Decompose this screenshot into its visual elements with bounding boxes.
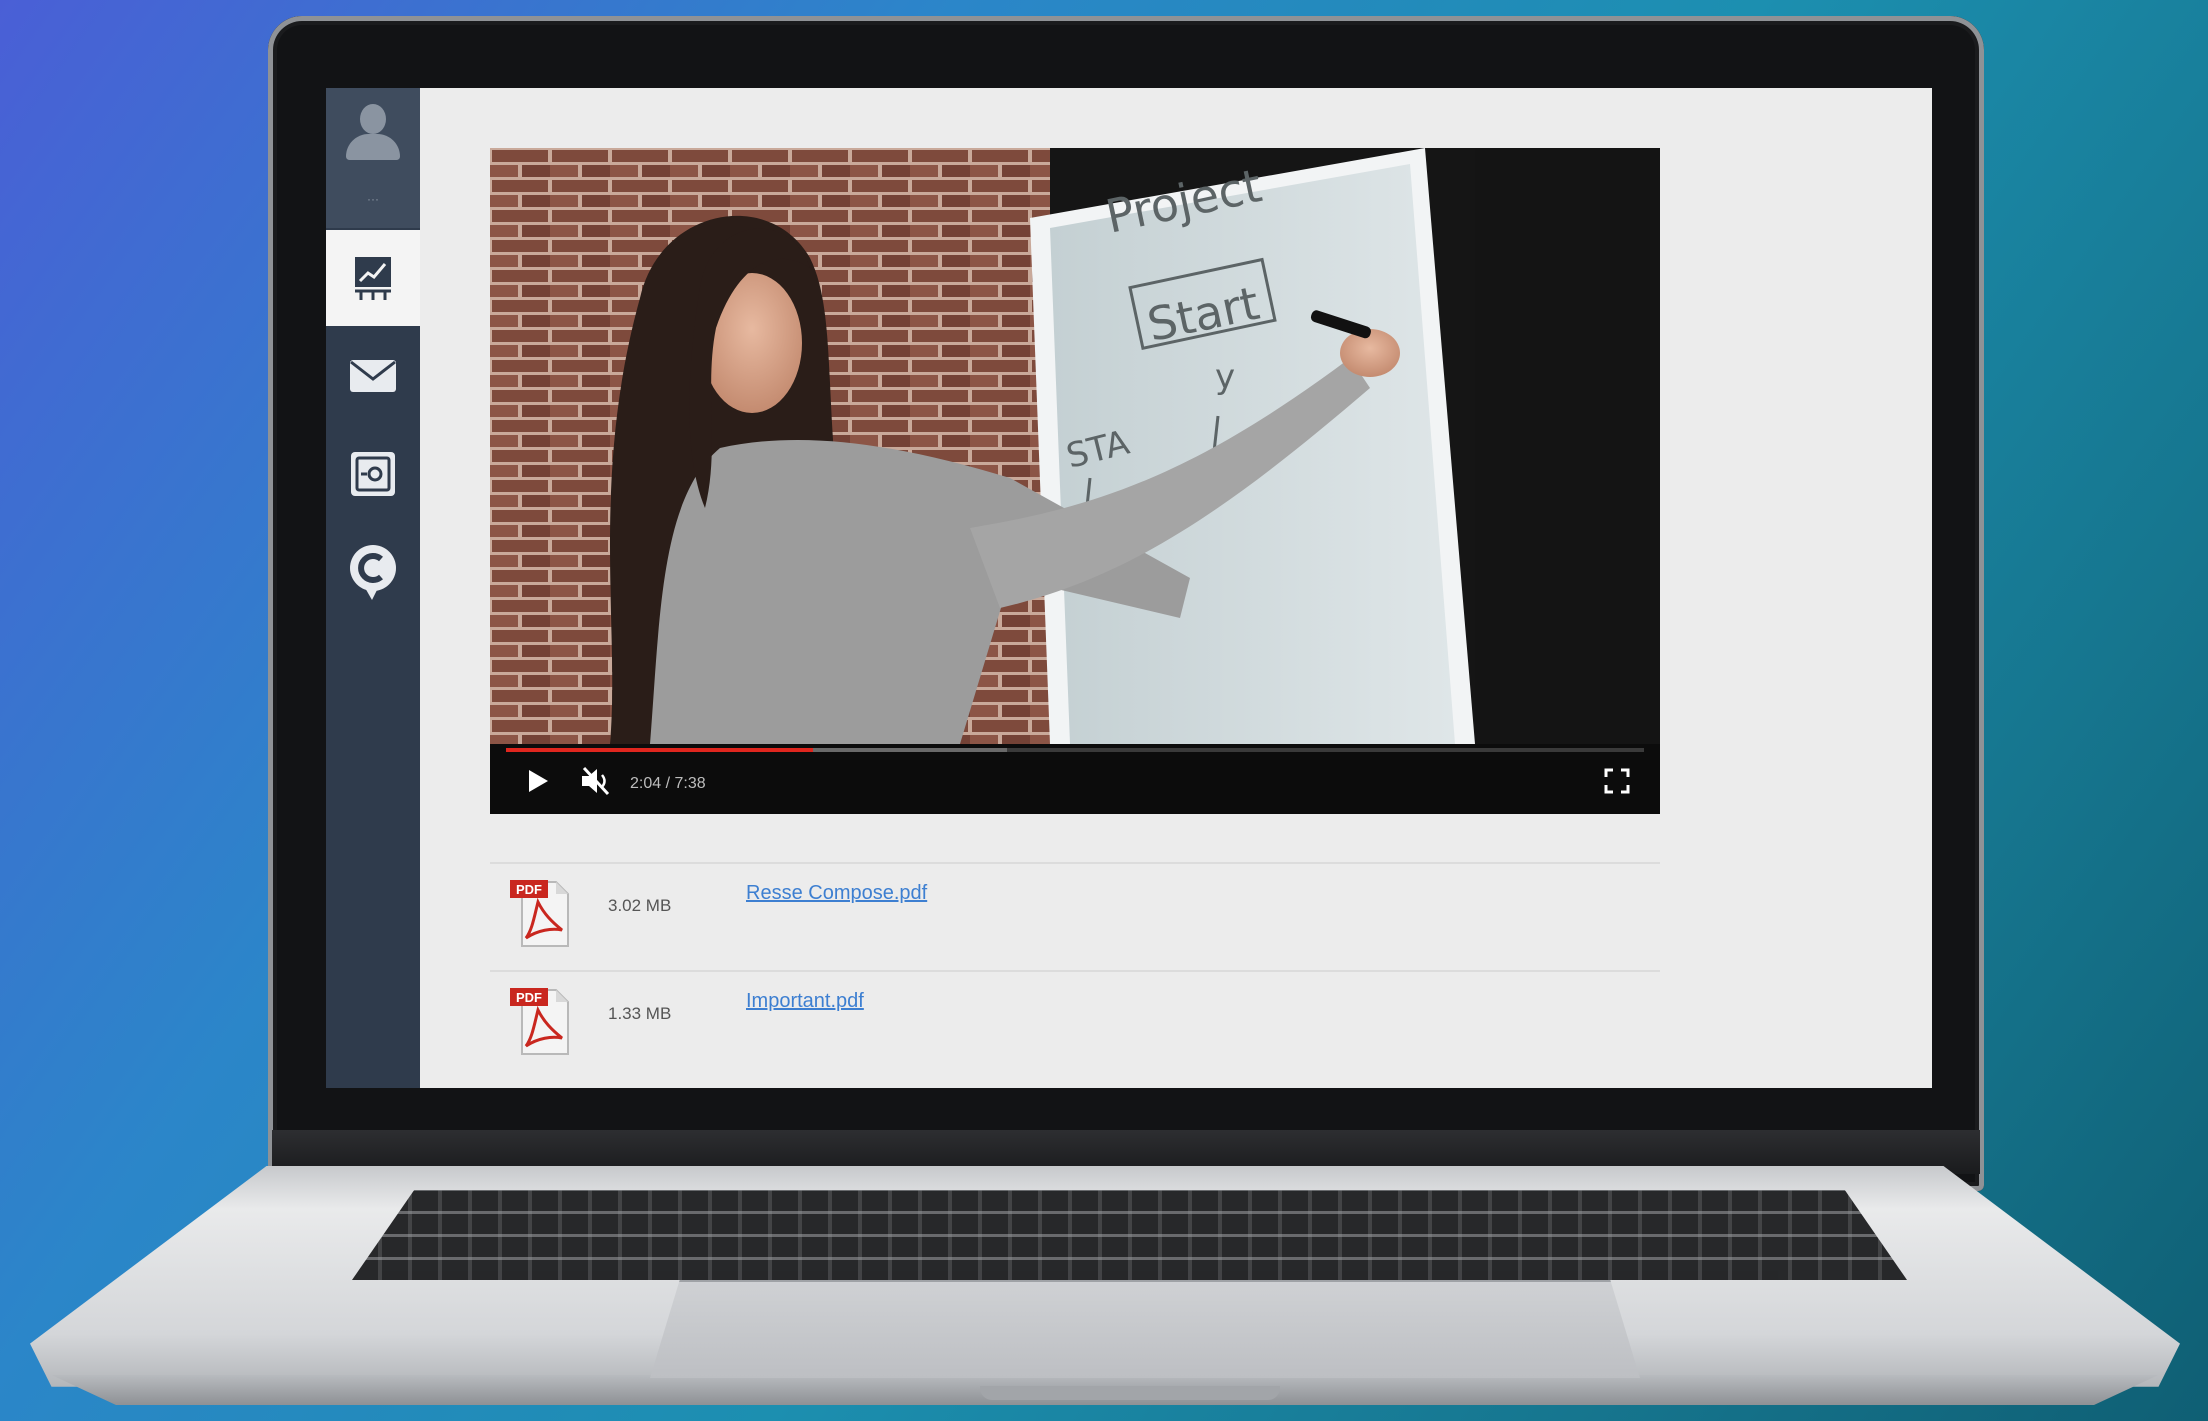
pdf-icon-label: PDF [516, 882, 542, 897]
file-divider [490, 862, 1660, 864]
video-player[interactable]: Project Start STA V y [490, 148, 1660, 814]
video-time: 2:04 / 7:38 [630, 775, 706, 792]
fullscreen-icon[interactable] [1604, 768, 1630, 794]
whiteboard-text-y: y [1215, 357, 1235, 397]
video-frame: Project Start STA V y [490, 148, 1660, 744]
laptop-keyboard [352, 1190, 1907, 1280]
pdf-icon-label: PDF [516, 990, 542, 1005]
file-link[interactable]: Important.pdf [746, 990, 864, 1013]
avatar-label: ··· [367, 192, 379, 206]
user-avatar[interactable]: ··· [326, 88, 420, 228]
pdf-icon[interactable]: PDF [508, 986, 570, 1056]
sidebar: ··· [326, 88, 420, 1088]
laptop-trackpad [650, 1280, 1640, 1378]
sidebar-item-chat[interactable] [326, 524, 420, 620]
video-controls: 2:04 / 7:38 [490, 744, 1660, 814]
file-size: 1.33 MB [608, 1004, 672, 1023]
sidebar-item-presentations[interactable] [326, 230, 420, 326]
file-divider [490, 970, 1660, 972]
avatar-head [360, 104, 386, 134]
file-size: 3.02 MB [608, 896, 672, 915]
safe-icon [351, 452, 395, 496]
avatar-body [346, 134, 400, 160]
play-icon[interactable] [526, 768, 550, 794]
screen: ··· Project Start STA y 2:04 / 7:38 PDF … [326, 88, 1932, 1088]
sidebar-item-vault[interactable] [326, 426, 420, 522]
laptop-notch [980, 1386, 1280, 1400]
envelope-icon [350, 360, 396, 392]
file-link[interactable]: Resse Compose.pdf [746, 882, 927, 905]
mute-icon[interactable] [580, 766, 612, 796]
pdf-icon[interactable]: PDF [508, 878, 570, 948]
sidebar-item-messages[interactable] [326, 328, 420, 424]
file-row: PDF 1.33 MB Important.pdf [490, 974, 1660, 1074]
file-row: PDF 3.02 MB Resse Compose.pdf [490, 866, 1660, 966]
video-progress-fill [506, 748, 814, 752]
chat-c-icon [350, 545, 396, 600]
video-progress-bar[interactable] [506, 748, 1644, 752]
presentation-chart-icon [355, 257, 391, 300]
